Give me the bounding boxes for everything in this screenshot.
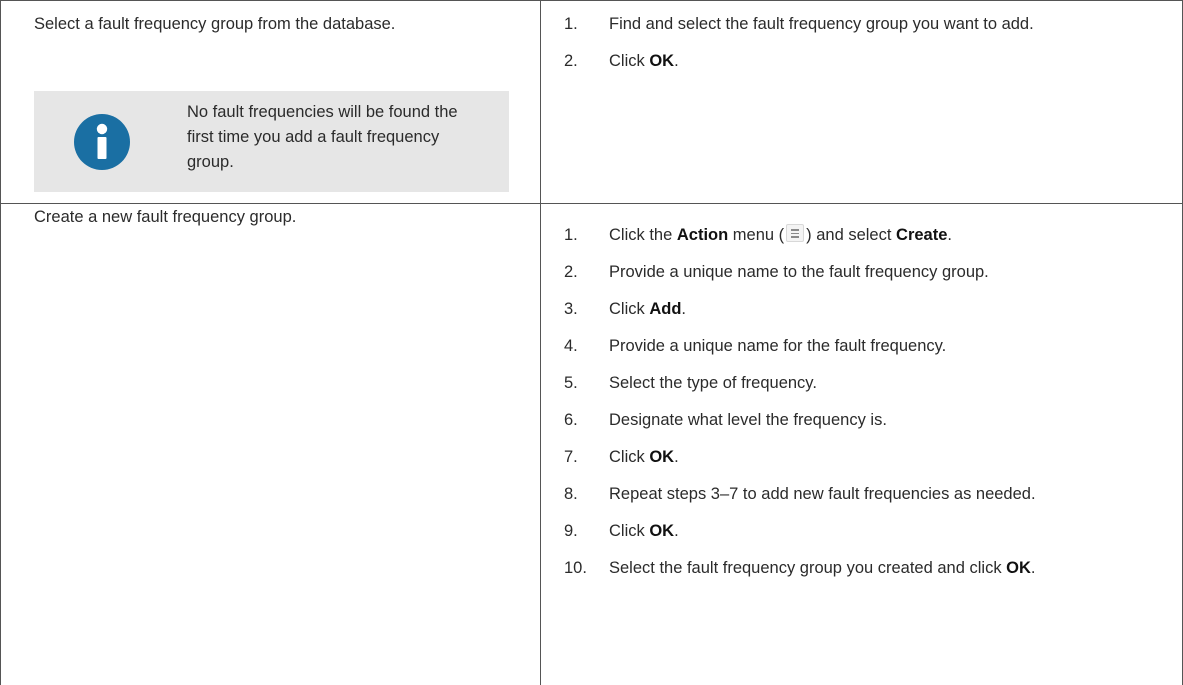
step-pre: Click	[609, 300, 650, 318]
list-item: 10. Select the fault frequency group you…	[564, 556, 1154, 581]
step-text: Find and select the fault frequency grou…	[609, 15, 1034, 33]
step-number: 9.	[564, 522, 578, 540]
step-number: 6.	[564, 411, 578, 429]
note-text: No fault frequencies will be found the f…	[187, 103, 458, 171]
step-pre: Click	[609, 448, 650, 466]
info-note: No fault frequencies will be found the f…	[34, 91, 509, 192]
step-number: 4.	[564, 337, 578, 355]
list-item: 3. Click Add.	[564, 297, 1154, 322]
step-post: .	[674, 448, 679, 466]
step-number: 3.	[564, 300, 578, 318]
step-post: .	[674, 522, 679, 540]
action-label: Action	[676, 226, 729, 244]
step-pre: Click the	[609, 226, 677, 244]
column-divider	[540, 0, 541, 685]
action-menu-icon	[786, 224, 805, 242]
steps-list-create: 1. Click the Action menu ( ) and select C…	[564, 223, 1154, 581]
step-number: 1.	[564, 15, 578, 33]
step-number: 2.	[564, 263, 578, 281]
ok-label: OK	[649, 52, 675, 70]
step-text: Provide a unique name for the fault freq…	[609, 337, 947, 355]
list-item: 8. Repeat steps 3–7 to add new fault fre…	[564, 482, 1154, 507]
table-top-border	[0, 0, 1183, 1]
ok-label: OK	[649, 448, 675, 466]
step-mid2: ) and select	[806, 226, 897, 244]
list-item: 4. Provide a unique name for the fault f…	[564, 334, 1154, 359]
step-number: 2.	[564, 52, 578, 70]
step-number: 10.	[564, 559, 587, 577]
step-post: .	[674, 52, 679, 70]
list-item: 9. Click OK.	[564, 519, 1154, 544]
procedure-table: Select a fault frequency group from the …	[0, 0, 1183, 685]
steps-list-select: 1. Find and select the fault frequency g…	[564, 12, 1154, 74]
step-mid: menu (	[728, 226, 785, 244]
create-label: Create	[896, 226, 948, 244]
step-post: .	[947, 226, 952, 244]
step-pre: Select the fault frequency group you cre…	[609, 559, 1007, 577]
list-item: 1. Find and select the fault frequency g…	[564, 12, 1154, 37]
ok-label: OK	[649, 522, 675, 540]
step-text: Repeat steps 3–7 to add new fault freque…	[609, 485, 1036, 503]
row-divider	[0, 203, 1183, 204]
step-number: 1.	[564, 226, 578, 244]
info-icon	[74, 114, 130, 170]
table-left-border	[0, 0, 1, 685]
step-post: .	[1030, 559, 1036, 577]
step-number: 7.	[564, 448, 578, 466]
list-item: 7. Click OK.	[564, 445, 1154, 470]
step-text: Provide a unique name to the fault frequ…	[609, 263, 989, 281]
step-number: 8.	[564, 485, 578, 503]
step-pre: Click	[609, 52, 650, 70]
list-item: 5. Select the type of frequency.	[564, 371, 1154, 396]
list-item: 2. Provide a unique name to the fault fr…	[564, 260, 1154, 285]
step-pre: Click	[609, 522, 650, 540]
task-select-group: Select a fault frequency group from the …	[34, 15, 396, 33]
step-text: Select the type of frequency.	[609, 374, 817, 392]
step-number: 5.	[564, 374, 578, 392]
task-create-group: Create a new fault frequency group.	[34, 208, 297, 226]
list-item: 6. Designate what level the frequency is…	[564, 408, 1154, 433]
step-text: Designate what level the frequency is.	[609, 411, 887, 429]
list-item: 2. Click OK.	[564, 49, 1154, 74]
add-label: Add	[649, 300, 682, 318]
list-item: 1. Click the Action menu ( ) and select C…	[564, 223, 1154, 248]
step-post: .	[681, 300, 687, 318]
ok-label: OK	[1006, 559, 1031, 577]
